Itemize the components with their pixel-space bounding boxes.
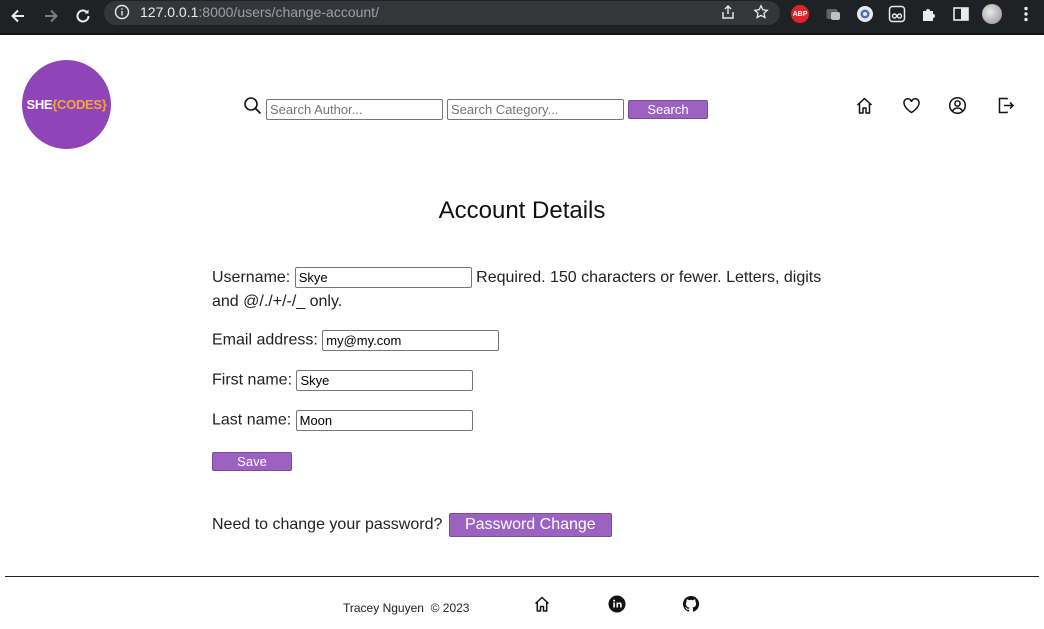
url-path: :8000/users/change-account/	[198, 4, 379, 20]
profile-avatar-icon[interactable]	[982, 4, 1002, 24]
user-circle-icon	[948, 96, 966, 114]
email-row: Email address:	[212, 330, 500, 351]
last-name-field[interactable]	[295, 410, 473, 431]
footer-github-link[interactable]	[682, 595, 700, 613]
footer-divider	[5, 576, 1039, 577]
email-label: Email address:	[212, 331, 318, 349]
search-icon	[243, 96, 262, 120]
nav-account-link[interactable]	[947, 95, 967, 115]
home-icon	[534, 596, 550, 612]
address-bar[interactable]: 127.0.0.1:8000/users/change-account/	[104, 1, 780, 25]
first-name-row: First name:	[212, 370, 474, 391]
bookmark-star-icon[interactable]	[753, 4, 769, 25]
footer-linkedin-link[interactable]	[608, 595, 626, 613]
last-name-label: Last name:	[212, 411, 292, 429]
site-info-icon[interactable]	[114, 4, 130, 25]
reload-button[interactable]	[70, 3, 96, 29]
adblock-label: ABP	[791, 5, 809, 23]
footer-credit: Tracey Nguyen © 2023	[343, 601, 469, 615]
arrow-right-icon	[45, 9, 58, 23]
email-field[interactable]	[322, 330, 500, 351]
footer-home-link[interactable]	[533, 595, 551, 613]
first-name-label: First name:	[212, 371, 293, 389]
arrow-left-icon	[11, 9, 24, 23]
extension-circle-icon[interactable]	[855, 4, 875, 24]
heart-icon	[902, 97, 920, 113]
username-help-block: Username: Required. 150 characters or fe…	[212, 266, 832, 314]
back-button[interactable]	[5, 3, 31, 29]
url-host: 127.0.0.1	[140, 4, 199, 20]
password-change-button[interactable]: Password Change	[448, 513, 612, 537]
url-text: 127.0.0.1:8000/users/change-account/	[140, 4, 379, 20]
share-icon[interactable]	[720, 4, 736, 25]
reload-icon	[76, 9, 90, 23]
extensions-puzzle-icon[interactable]	[919, 4, 939, 24]
side-panel-icon[interactable]	[951, 4, 971, 24]
browser-toolbar: 127.0.0.1:8000/users/change-account/ ABP	[0, 0, 1044, 35]
username-row: Username: Required. 150 characters or fe…	[212, 266, 832, 314]
search-author-input[interactable]	[266, 99, 443, 120]
search-category-input[interactable]	[447, 99, 624, 120]
site-logo[interactable]: SHE {CODES}	[22, 60, 111, 149]
menu-kebab-icon[interactable]	[1016, 4, 1036, 24]
username-field[interactable]	[294, 267, 472, 289]
save-button[interactable]: Save	[212, 452, 292, 471]
nav-favourites-link[interactable]	[901, 95, 921, 115]
logo-codes: {CODES}	[52, 97, 107, 112]
linkedin-icon	[608, 595, 626, 613]
footer-copyright: © 2023	[430, 601, 470, 615]
extension-icon[interactable]	[823, 4, 843, 24]
page-title: Account Details	[438, 197, 606, 224]
password-change-row: Need to change your password? Password C…	[212, 513, 612, 537]
nav-home-link[interactable]	[854, 95, 874, 115]
avatar	[982, 4, 1002, 24]
home-icon	[856, 97, 872, 114]
nav-logout-link[interactable]	[995, 95, 1015, 115]
search-button[interactable]: Search	[628, 100, 708, 119]
last-name-row: Last name:	[212, 410, 473, 431]
github-icon	[682, 595, 700, 612]
extension-oo-icon[interactable]	[887, 4, 907, 24]
forward-button[interactable]	[38, 3, 64, 29]
username-label: Username:	[212, 269, 291, 286]
footer-author: Tracey Nguyen	[343, 601, 424, 615]
adblock-extension-icon[interactable]: ABP	[790, 4, 810, 24]
password-prompt: Need to change your password?	[212, 516, 443, 533]
logo-she: SHE	[26, 97, 53, 112]
logout-icon	[998, 97, 1014, 113]
first-name-field[interactable]	[296, 370, 474, 391]
